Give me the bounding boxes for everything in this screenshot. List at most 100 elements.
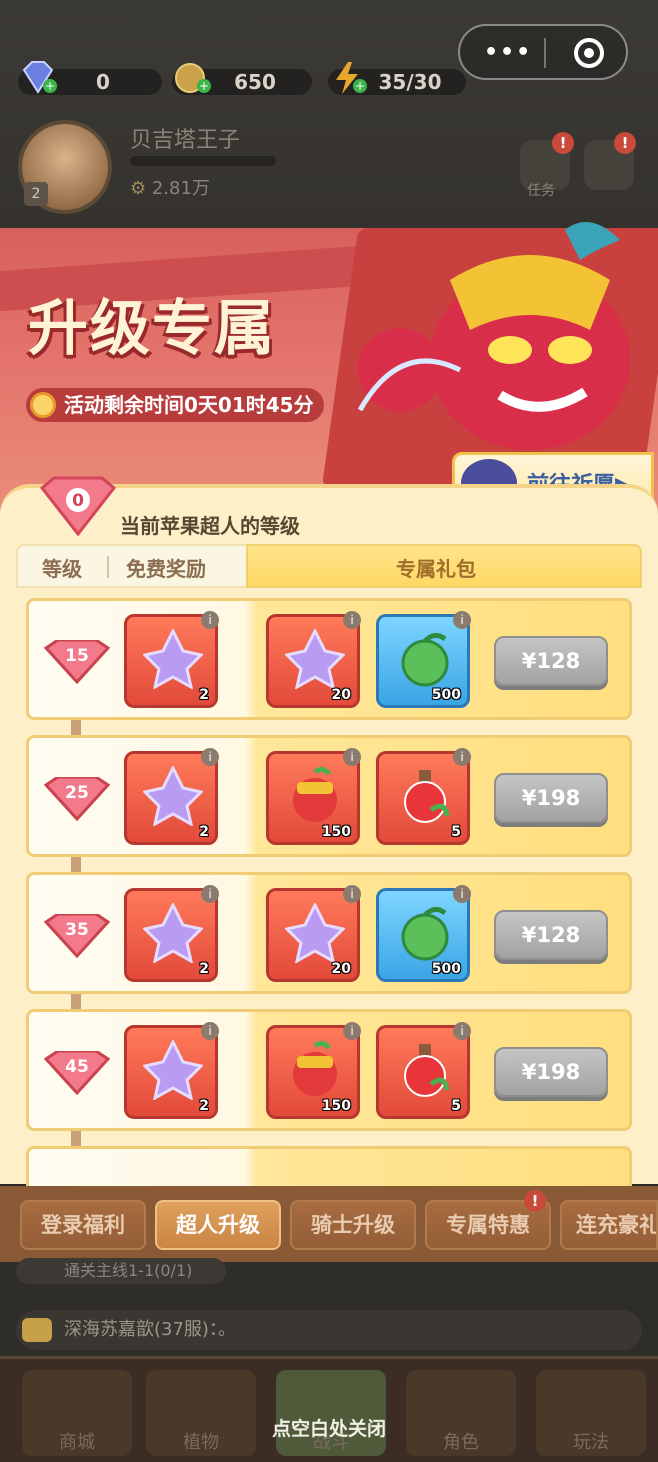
nav-character[interactable]: 角色 xyxy=(406,1370,516,1456)
level-badge-icon: 25 xyxy=(44,777,110,821)
header-exclusive-pack: 专属礼包 xyxy=(396,557,476,581)
player-level: 2 xyxy=(24,182,48,206)
info-icon[interactable]: i xyxy=(453,748,471,766)
buy-pack-button[interactable]: ¥128 xyxy=(494,636,608,686)
info-icon[interactable]: i xyxy=(343,885,361,903)
free-reward-star-crystal[interactable]: i 2 xyxy=(124,611,219,708)
pack-item-potion[interactable]: i 5 xyxy=(376,1022,471,1119)
pack-item-seed[interactable]: i 500 xyxy=(376,611,471,708)
buy-pack-button[interactable]: ¥198 xyxy=(494,1047,608,1097)
tab-hero-upgrade[interactable]: 超人升级 xyxy=(155,1200,281,1250)
star-crystal-icon xyxy=(143,1040,203,1100)
tab-recharge-gift[interactable]: 连充豪礼 xyxy=(560,1200,658,1250)
green-seed-icon xyxy=(401,633,449,687)
info-icon[interactable]: i xyxy=(453,1022,471,1040)
info-icon[interactable]: i xyxy=(201,611,219,629)
item-count: 5 xyxy=(451,1098,461,1114)
close-target-icon[interactable] xyxy=(574,38,604,68)
miniprogram-capsule[interactable]: ••• xyxy=(458,24,628,80)
info-icon[interactable]: i xyxy=(201,748,219,766)
pack-item-apple-hero[interactable]: i 150 xyxy=(266,748,361,845)
current-level-gem-icon: 0 xyxy=(39,476,117,536)
tab-login-welfare[interactable]: 登录福利 xyxy=(20,1200,146,1250)
pack-item-star-crystal[interactable]: i 20 xyxy=(266,611,361,708)
apple-hero-icon xyxy=(293,766,337,822)
buy-pack-button[interactable]: ¥128 xyxy=(494,910,608,960)
header-divider xyxy=(107,556,109,578)
pack-item-star-crystal[interactable]: i 20 xyxy=(266,885,361,982)
star-crystal-icon xyxy=(143,629,203,689)
item-count: 150 xyxy=(321,824,351,840)
item-count: 2 xyxy=(199,1098,209,1114)
star-crystal-icon xyxy=(285,629,345,689)
green-seed-icon xyxy=(401,907,449,961)
coin-icon: + xyxy=(175,63,211,93)
nav-plants-label: 植物 xyxy=(183,1432,219,1453)
chat-bar[interactable]: 深海苏嘉歆(37服)：。 xyxy=(16,1310,642,1350)
info-icon[interactable]: i xyxy=(453,885,471,903)
settings-button[interactable]: ! xyxy=(584,132,636,190)
apple-superhero-mascot-icon xyxy=(357,222,630,450)
level-value: 25 xyxy=(65,783,89,803)
nav-modes[interactable]: 玩法 xyxy=(536,1370,646,1456)
power-icon: ⚙ xyxy=(130,178,152,199)
energy-counter[interactable]: + 35/30 xyxy=(328,62,466,100)
level-value: 45 xyxy=(65,1057,89,1077)
star-crystal-icon xyxy=(285,903,345,963)
header-free-reward: 免费奖励 xyxy=(126,557,206,581)
close-hint[interactable]: 点空白处关闭 xyxy=(0,1414,658,1441)
nav-plants[interactable]: 植物 xyxy=(146,1370,256,1456)
item-count: 20 xyxy=(331,687,351,703)
info-icon[interactable]: i xyxy=(343,748,361,766)
nav-character-label: 角色 xyxy=(443,1432,479,1453)
clock-icon xyxy=(30,392,56,418)
nav-battle[interactable]: 战斗 xyxy=(276,1370,386,1456)
nav-shop[interactable]: 商城 xyxy=(22,1370,132,1456)
level-value: 35 xyxy=(65,920,89,940)
free-reward-star-crystal[interactable]: i 2 xyxy=(124,885,219,982)
pack-item-seed[interactable]: i 500 xyxy=(376,885,471,982)
diamond-counter[interactable]: + 0 xyxy=(18,61,162,100)
player-name: 贝吉塔王子 xyxy=(130,128,241,153)
item-count: 2 xyxy=(199,961,209,977)
info-icon[interactable]: i xyxy=(343,1022,361,1040)
tab-knight-upgrade[interactable]: 骑士升级 xyxy=(290,1200,416,1250)
info-icon[interactable]: i xyxy=(453,611,471,629)
pack-item-potion[interactable]: i 5 xyxy=(376,748,471,845)
item-count: 500 xyxy=(431,687,461,703)
potion-bottle-icon xyxy=(404,1044,450,1097)
level-badge-icon: 15 xyxy=(44,640,110,684)
event-timer: 活动剩余时间0天01时45分 xyxy=(26,388,324,422)
info-icon[interactable]: i xyxy=(201,885,219,903)
info-icon[interactable]: i xyxy=(343,611,361,629)
item-count: 5 xyxy=(451,824,461,840)
level-value: 15 xyxy=(65,646,89,666)
player-exp-bar xyxy=(130,156,276,166)
more-dots-icon[interactable]: ••• xyxy=(484,40,532,65)
chat-text: 深海苏嘉歆(37服)：。 xyxy=(64,1319,236,1340)
buy-pack-button[interactable]: ¥198 xyxy=(494,773,608,823)
player-power: ⚙ 2.81万 xyxy=(130,174,210,200)
free-reward-star-crystal[interactable]: i 2 xyxy=(124,1022,219,1119)
quest-tracker[interactable]: 通关主线1-1(0/1) xyxy=(16,1258,226,1284)
player-avatar[interactable]: 2 xyxy=(18,120,112,214)
info-icon[interactable]: i xyxy=(201,1022,219,1040)
banner-title: 升级专属 xyxy=(28,294,276,364)
potion-bottle-icon xyxy=(404,770,450,823)
nav-shop-label: 商城 xyxy=(59,1432,95,1453)
svg-text:+: + xyxy=(45,79,55,93)
current-level-value: 0 xyxy=(72,491,84,511)
free-reward-star-crystal[interactable]: i 2 xyxy=(124,748,219,845)
coin-counter[interactable]: + 650 xyxy=(172,63,312,100)
settings-badge: ! xyxy=(614,132,636,154)
pack-item-apple-hero[interactable]: i 150 xyxy=(266,1022,361,1119)
nav-modes-label: 玩法 xyxy=(573,1432,609,1453)
item-count: 150 xyxy=(321,1098,351,1114)
item-count: 2 xyxy=(199,824,209,840)
item-count: 20 xyxy=(331,961,351,977)
star-crystal-icon xyxy=(143,903,203,963)
power-value: 2.81万 xyxy=(151,178,210,199)
svg-text:+: + xyxy=(199,79,209,93)
apple-hero-icon xyxy=(293,1040,337,1096)
level-badge-icon: 45 xyxy=(44,1051,110,1095)
